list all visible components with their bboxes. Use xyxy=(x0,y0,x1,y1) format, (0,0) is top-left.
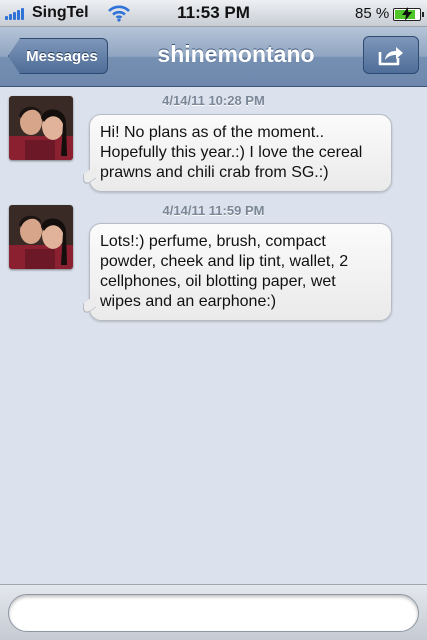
conversation-title: shinemontano xyxy=(157,41,315,67)
share-arrow-icon xyxy=(378,47,403,66)
message-text: Hi! No plans as of the moment.. Hopefull… xyxy=(100,124,363,181)
navigation-bar: Messages shinemontano xyxy=(0,27,427,87)
share-button[interactable] xyxy=(363,36,419,74)
compose-bar xyxy=(0,584,427,640)
carrier-name: SingTel xyxy=(32,4,89,21)
contact-avatar[interactable] xyxy=(9,96,73,160)
contact-avatar[interactable] xyxy=(9,205,73,269)
back-button-label: Messages xyxy=(26,47,98,65)
message-text: Lots!:) perfume, brush, compact powder, … xyxy=(100,233,349,310)
battery-percent: 85 % xyxy=(355,5,390,22)
charging-bolt-icon xyxy=(402,7,412,21)
status-bar: SingTel 11:53 PM 85 % xyxy=(0,0,427,27)
back-button[interactable]: Messages xyxy=(8,38,108,74)
signal-strength-icon xyxy=(5,8,27,20)
battery-icon xyxy=(393,7,424,21)
wifi-icon xyxy=(108,4,130,22)
message-input[interactable] xyxy=(8,594,419,632)
received-message-bubble[interactable]: Hi! No plans as of the moment.. Hopefull… xyxy=(89,114,392,192)
message-thread[interactable]: 4/14/11 10:28 PM Hi! No plans as of the … xyxy=(0,88,427,584)
received-message-bubble[interactable]: Lots!:) perfume, brush, compact powder, … xyxy=(89,223,392,321)
